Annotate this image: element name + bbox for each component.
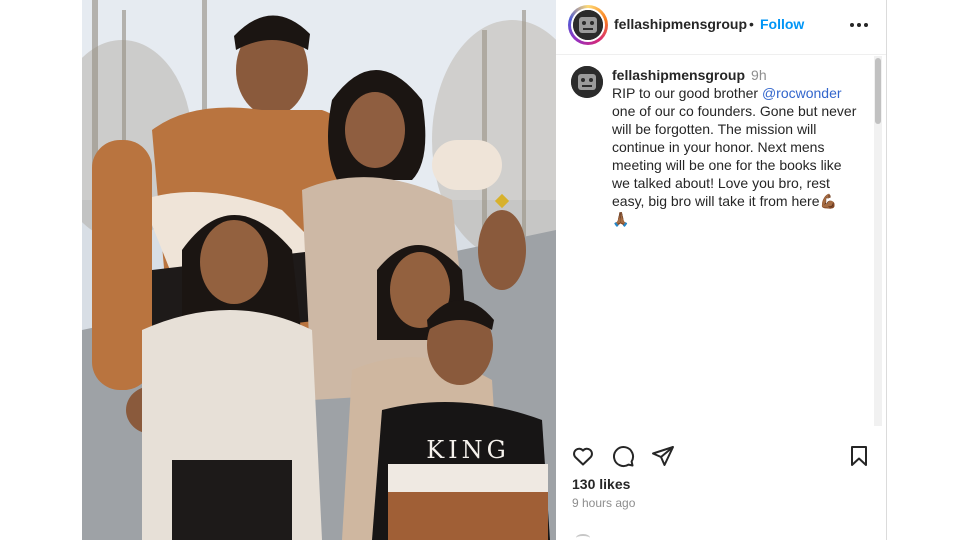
post-timestamp[interactable]: 9 hours ago — [572, 496, 635, 510]
flexed-biceps-emoji: 💪🏾 — [819, 193, 837, 209]
caption-text-start: RIP to our good brother — [612, 85, 762, 101]
bookmark-icon[interactable] — [847, 444, 871, 468]
caption-time: 9h — [751, 67, 767, 83]
caption-username[interactable]: fellashipmensgroup — [612, 67, 745, 83]
heart-icon[interactable] — [571, 444, 595, 468]
sweater-text: KING — [426, 436, 510, 464]
family-photo-illustration: KING — [82, 0, 556, 540]
post-header: fellashipmensgroup • Follow — [556, 0, 886, 55]
follow-button[interactable]: Follow — [760, 16, 804, 32]
story-ring[interactable] — [568, 5, 608, 45]
mention-link[interactable]: @rocwonder — [762, 85, 842, 101]
more-horizontal-icon[interactable] — [848, 14, 870, 36]
separator-dot: • — [749, 16, 754, 32]
paper-plane-icon[interactable] — [651, 444, 675, 468]
post-username[interactable]: fellashipmensgroup — [614, 16, 747, 32]
scrollbar-thumb[interactable] — [875, 58, 881, 124]
post-caption: fellashipmensgroup 9h RIP to our good bro… — [612, 66, 860, 228]
profile-avatar[interactable] — [573, 10, 603, 40]
comment-avatar-hint — [576, 534, 590, 542]
likes-count[interactable]: 130 likes — [572, 476, 630, 492]
caption-scrollbar[interactable] — [874, 56, 882, 426]
folded-hands-emoji: 🙏🏾 — [612, 211, 630, 227]
post-side-panel: fellashipmensgroup • Follow fellashipmen… — [556, 0, 887, 540]
caption-avatar[interactable] — [571, 66, 603, 98]
comment-icon[interactable] — [611, 444, 635, 468]
post-photo[interactable]: KING — [82, 0, 556, 540]
